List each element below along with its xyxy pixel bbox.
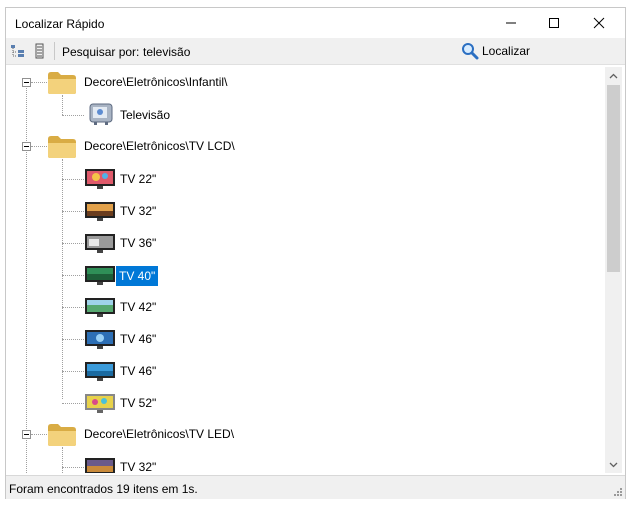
tree-item-label[interactable]: TV 46" [118, 363, 158, 379]
vertical-scrollbar[interactable] [605, 67, 622, 473]
collapse-toggle[interactable] [22, 430, 31, 439]
folder-icon [48, 136, 76, 158]
tree-item-label[interactable]: TV 52" [118, 395, 158, 411]
close-button[interactable] [576, 8, 622, 38]
tree-group-label[interactable]: Decore\Eletrônicos\TV LED\ [82, 426, 236, 442]
scrollbar-thumb[interactable] [607, 85, 620, 272]
tree-item-label[interactable]: TV 22" [118, 171, 158, 187]
kids-tv-icon [89, 103, 113, 125]
collapse-tree-icon[interactable] [32, 43, 48, 59]
collapse-toggle[interactable] [22, 142, 31, 151]
maximize-icon [549, 18, 559, 28]
tree-group-label[interactable]: Decore\Eletrônicos\TV LCD\ [82, 138, 237, 154]
tree-item-label[interactable]: TV 32" [118, 203, 158, 219]
toolbar: Pesquisar por: Localizar [6, 38, 625, 65]
tv-icon [85, 298, 115, 317]
scroll-up-button[interactable] [605, 67, 622, 84]
status-text: Foram encontrados 19 itens em 1s. [9, 482, 198, 496]
find-button-label: Localizar [482, 44, 531, 58]
tv-icon [85, 234, 115, 253]
status-bar: Foram encontrados 19 itens em 1s. [6, 475, 625, 499]
tree-group-label[interactable]: Decore\Eletrônicos\Infantil\ [82, 74, 229, 90]
folder-icon [48, 72, 76, 94]
find-button[interactable]: Localizar [461, 42, 530, 60]
toolbar-separator [54, 42, 55, 60]
tv-icon [85, 169, 115, 189]
tv-icon [85, 394, 115, 413]
tree-item-label[interactable]: Televisão [118, 107, 172, 123]
resize-grip-icon[interactable] [612, 486, 622, 496]
tree-item-label[interactable]: TV 36" [118, 235, 158, 251]
search-input[interactable] [140, 44, 406, 60]
title-bar[interactable]: Localizar Rápido [6, 8, 625, 38]
tv-icon [85, 362, 115, 381]
chevron-down-icon [609, 462, 618, 467]
search-label: Pesquisar por: [62, 45, 140, 59]
tv-icon [85, 458, 115, 473]
search-icon [462, 43, 479, 60]
tree-item-label[interactable]: TV 42" [118, 299, 158, 315]
quick-find-window: Localizar Rápido Pesquisar por: Localiza… [5, 7, 626, 499]
folder-icon [48, 424, 76, 446]
expand-tree-icon[interactable] [10, 43, 26, 59]
minimize-button[interactable] [488, 8, 534, 38]
window-title: Localizar Rápido [15, 17, 105, 31]
maximize-button[interactable] [531, 8, 577, 38]
tree-item-label[interactable]: TV 46" [118, 331, 158, 347]
collapse-toggle[interactable] [22, 78, 31, 87]
minimize-icon [506, 22, 516, 24]
tv-icon [85, 202, 115, 221]
tv-icon [85, 266, 115, 285]
results-tree[interactable]: Decore\Eletrônicos\Infantil\ Televisão D… [8, 67, 605, 473]
close-icon [593, 17, 605, 29]
chevron-up-icon [609, 73, 618, 78]
tree-item-label[interactable]: TV 32" [118, 459, 158, 473]
tree-line [26, 81, 27, 473]
tree-item-label-selected[interactable]: TV 40" [116, 266, 159, 286]
scroll-down-button[interactable] [605, 456, 622, 473]
tv-icon [85, 330, 115, 349]
